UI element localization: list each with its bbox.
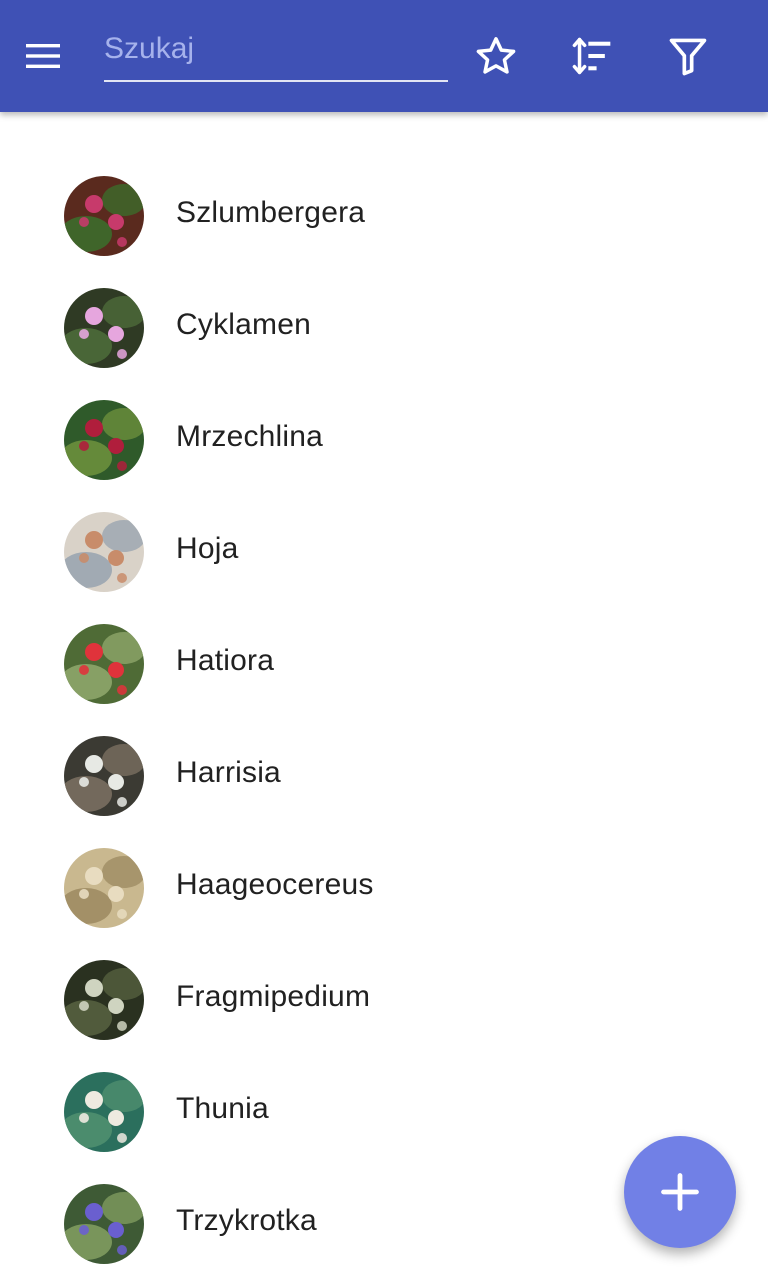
sort-icon [572,37,611,75]
plus-icon [661,1173,699,1211]
list-item[interactable]: Hatiora [0,608,768,720]
menu-button[interactable] [24,32,88,80]
plant-thumbnail [64,400,144,480]
list-item[interactable]: Haageocereus [0,832,768,944]
star-outline-icon [476,37,516,74]
plant-thumbnail [64,736,144,816]
list-item[interactable]: Hoja [0,496,768,608]
plant-name: Fragmipedium [176,980,371,1013]
plant-thumbnail [64,624,144,704]
plant-name: Haageocereus [176,868,374,901]
filter-icon [669,38,707,76]
list-item[interactable]: Mrzechlina [0,384,768,496]
plant-name: Szlumbergera [176,196,366,229]
plant-thumbnail [64,1072,144,1152]
filter-button[interactable] [664,32,712,80]
list-item[interactable]: Szlumbergera [0,160,768,272]
plant-thumbnail [64,288,144,368]
plant-thumbnail [64,1184,144,1264]
plant-thumbnail [64,960,144,1040]
plant-thumbnail [64,848,144,928]
list-item[interactable]: Cyklamen [0,272,768,384]
app-bar [0,0,768,112]
sort-button[interactable] [568,32,616,80]
add-plant-button[interactable] [624,1136,736,1248]
hamburger-menu-icon [26,44,60,68]
plant-thumbnail [64,176,144,256]
plant-name: Hatiora [176,644,275,677]
plant-thumbnail [64,512,144,592]
plant-name: Thunia [176,1092,269,1125]
plant-name: Harrisia [176,756,281,789]
search-field[interactable] [104,22,448,82]
search-input[interactable] [104,22,448,76]
plant-name: Cyklamen [176,308,311,341]
favorites-button[interactable] [472,32,520,80]
plant-name: Mrzechlina [176,420,324,453]
plant-name: Trzykrotka [176,1204,317,1237]
list-item[interactable]: Harrisia [0,720,768,832]
list-item[interactable]: Fragmipedium [0,944,768,1056]
plant-name: Hoja [176,532,239,565]
plant-list: Szlumbergera Cyklamen Mrzechlina Hoja Hatior… [0,160,768,1280]
